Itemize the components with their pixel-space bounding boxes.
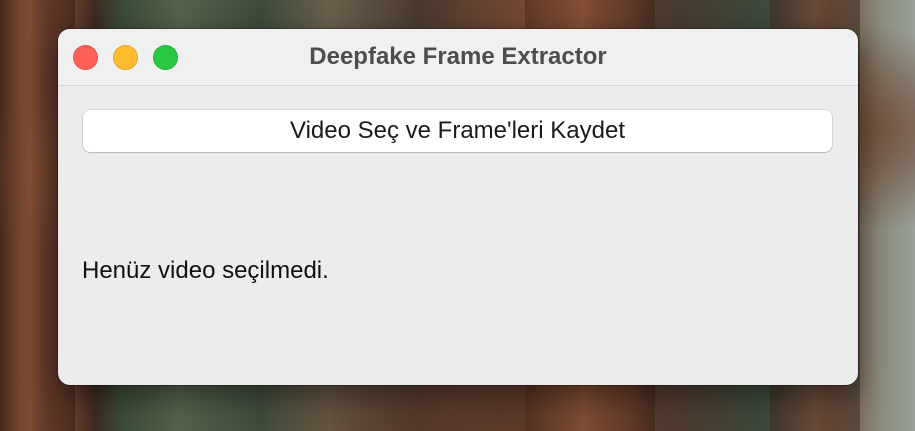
select-video-button[interactable]: Video Seç ve Frame'leri Kaydet <box>83 110 832 152</box>
status-label: Henüz video seçilmedi. <box>82 257 329 284</box>
title-bar[interactable]: Deepfake Frame Extractor <box>58 29 858 86</box>
window-title: Deepfake Frame Extractor <box>309 43 607 70</box>
app-window: Deepfake Frame Extractor Video Seç ve Fr… <box>58 29 858 385</box>
